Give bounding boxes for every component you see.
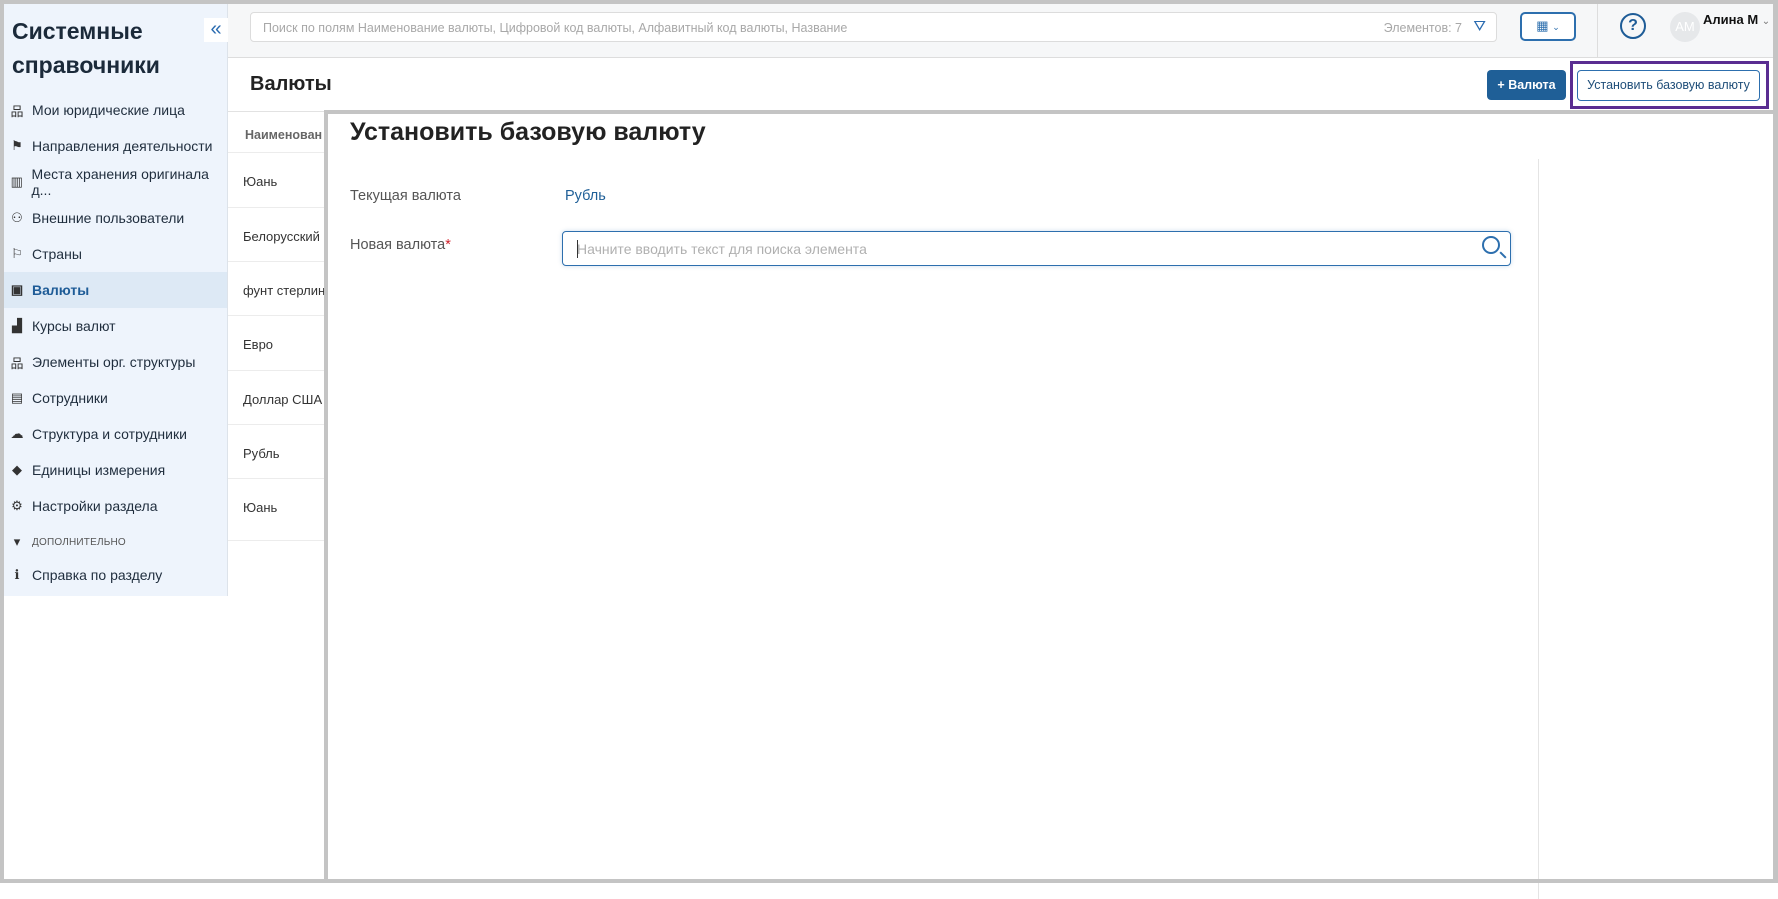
row-divider — [228, 370, 324, 371]
sidebar-item[interactable]: 品 Мои юридические лица — [4, 92, 227, 128]
search-icon[interactable] — [1482, 236, 1500, 254]
add-currency-button[interactable]: + Валюта — [1487, 70, 1566, 100]
new-currency-label: Новая валюта* — [350, 237, 451, 253]
row-divider — [228, 540, 324, 541]
sidebar: Системные справочники « 品 Мои юридические … — [4, 4, 228, 596]
users-icon: ⚇ — [11, 210, 23, 225]
top-bar: Поиск по полям Наименование валюты, Цифр… — [228, 4, 1773, 58]
sidebar-item[interactable]: ⚇ Внешние пользователи — [4, 200, 227, 236]
sidebar-item-label: Курсы валют — [32, 318, 116, 334]
chevron-down-icon: ⌄ — [1552, 22, 1560, 32]
caret-down-icon: ▾ — [13, 534, 21, 549]
search-input[interactable]: Поиск по полям Наименование валюты, Цифр… — [250, 12, 1497, 42]
help-icon[interactable]: ? — [1620, 13, 1646, 39]
sidebar-item-label: Элементы орг. структуры — [32, 354, 196, 370]
set-base-currency-button[interactable]: Установить базовую валюту — [1577, 70, 1760, 101]
sidebar-item[interactable]: ▥ Места хранения оригинала д... — [4, 164, 227, 200]
sidebar-item-help[interactable]: ℹ Справка по разделу — [4, 557, 227, 593]
sidebar-title: Системные справочники — [12, 18, 160, 78]
chart-icon: ▟ — [12, 318, 22, 333]
user-menu[interactable]: Алина М ⌄ — [1703, 12, 1770, 27]
sidebar-item[interactable]: 品 Элементы орг. структуры — [4, 344, 227, 380]
sidebar-item[interactable]: ⚐ Страны — [4, 236, 227, 272]
table-row[interactable]: Юань — [243, 174, 324, 189]
current-currency-label: Текущая валюта — [350, 188, 461, 204]
sidebar-item[interactable]: ▟ Курсы валют — [4, 308, 227, 344]
sidebar-section-additional[interactable]: ▾ ДОПОЛНИТЕЛЬНО — [4, 524, 227, 560]
sidebar-item-label: Страны — [32, 246, 82, 262]
collapse-sidebar-icon[interactable]: « — [204, 18, 228, 42]
sidebar-item[interactable]: ▣ Валюты — [4, 272, 227, 308]
sidebar-item-label: Мои юридические лица — [32, 102, 185, 118]
table-row[interactable]: Евро — [243, 337, 324, 352]
table-row[interactable]: Белорусский рубль — [243, 229, 324, 244]
new-currency-input[interactable]: Начните вводить текст для поиска элемент… — [562, 231, 1511, 266]
sidebar-item-label: Единицы измерения — [32, 462, 166, 478]
panel-title: Установить базовую валюту — [350, 118, 706, 146]
avatar[interactable]: АМ — [1670, 12, 1700, 42]
money-icon: ▣ — [10, 282, 24, 297]
table-row[interactable]: Доллар США — [243, 392, 324, 407]
sidebar-item[interactable]: ◆ Единицы измерения — [4, 452, 227, 488]
section-label: ДОПОЛНИТЕЛЬНО — [32, 536, 126, 548]
sidebar-item-label: Места хранения оригинала д... — [31, 166, 209, 198]
sidebar-item[interactable]: ⚑ Направления деятельности — [4, 128, 227, 164]
row-divider — [228, 152, 324, 153]
divider — [1538, 159, 1539, 899]
sidebar-item-label: Сотрудники — [32, 390, 108, 406]
set-base-currency-panel: Установить базовую валюту Текущая валюта… — [324, 110, 1778, 899]
cube-icon: ◆ — [12, 462, 22, 477]
row-divider — [228, 261, 324, 262]
divider — [228, 111, 328, 112]
row-divider — [228, 207, 324, 208]
org-chart-icon: 品 — [10, 103, 24, 119]
table-icon: ▦ — [1536, 18, 1549, 33]
row-divider — [228, 424, 324, 425]
row-divider — [228, 478, 324, 479]
sidebar-item-label: Направления деятельности — [32, 138, 213, 154]
sidebar-item[interactable]: ⚙ Настройки раздела — [4, 488, 227, 524]
table-row[interactable]: фунт стерлингов — [243, 283, 324, 298]
element-count: Элементов: 7 — [1383, 21, 1462, 35]
flag-icon: ⚐ — [11, 246, 23, 261]
column-header-name[interactable]: Наименование валюты — [245, 128, 323, 142]
current-currency-value[interactable]: Рубль — [565, 188, 606, 204]
sidebar-item[interactable]: ☁ Структура и сотрудники — [4, 416, 227, 452]
info-icon: ℹ — [14, 567, 20, 582]
sidebar-item-label: Справка по разделу — [32, 567, 163, 583]
sidebar-item[interactable]: ▤ Сотрудники — [4, 380, 227, 416]
table-row[interactable]: Рубль — [243, 446, 324, 461]
sidebar-item-label: Валюты — [32, 282, 90, 298]
sidebar-item-label: Внешние пользователи — [32, 210, 185, 226]
page-title: Валюты — [250, 73, 332, 95]
signpost-icon: ⚑ — [11, 138, 23, 153]
sidebar-item-label: Настройки раздела — [32, 498, 158, 514]
sidebar-item-label: Структура и сотрудники — [32, 426, 187, 442]
id-card-icon: ▤ — [10, 390, 24, 405]
row-divider — [228, 315, 324, 316]
filter-icon[interactable]: ⛛ — [1473, 18, 1486, 35]
chevron-down-icon: ⌄ — [1761, 16, 1771, 27]
org-chart-icon: 品 — [10, 355, 24, 371]
gear-icon: ⚙ — [11, 498, 23, 513]
books-icon: ▥ — [10, 174, 23, 189]
view-mode-button[interactable]: ▦ ⌄ — [1520, 12, 1576, 41]
cloud-icon: ☁ — [10, 426, 24, 441]
table-row[interactable]: Юань — [243, 500, 324, 515]
divider — [1597, 4, 1598, 58]
